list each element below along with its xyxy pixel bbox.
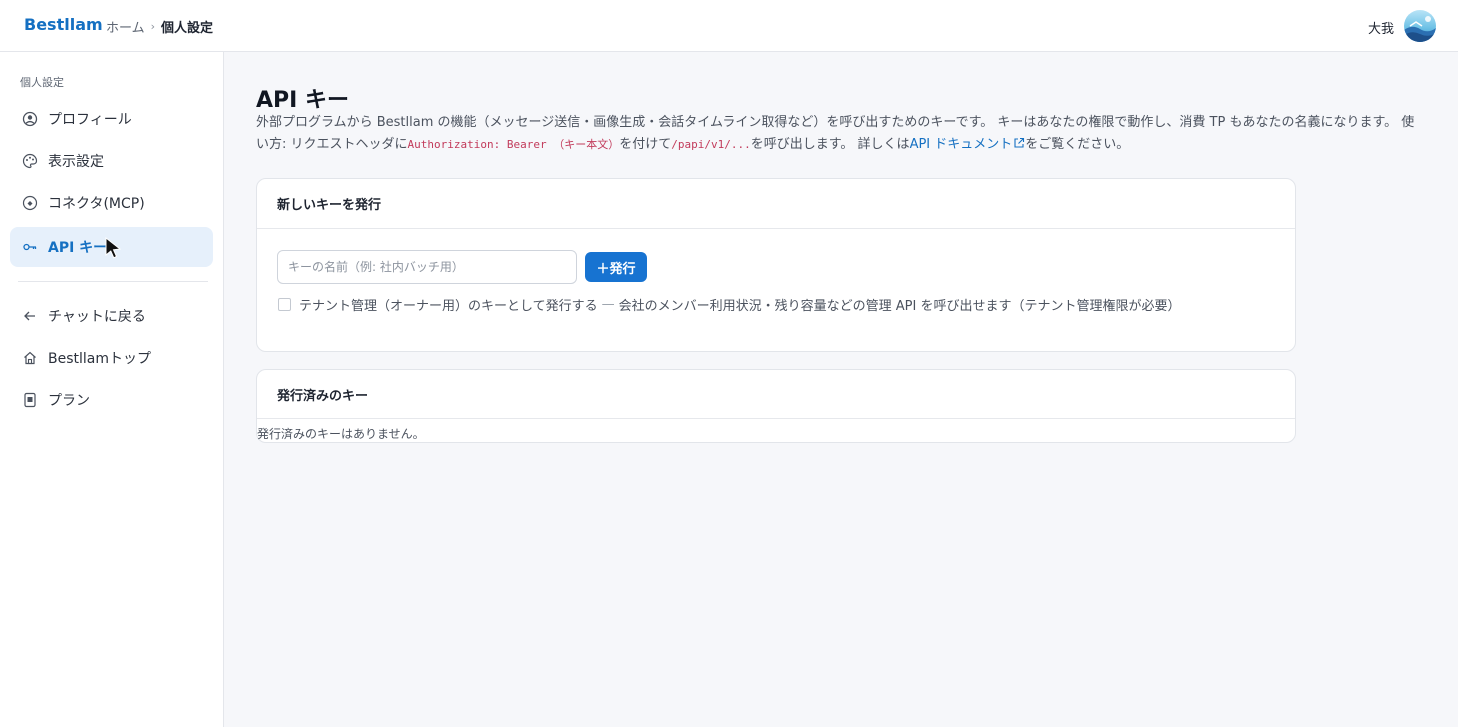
issued-keys-card: 発行済みのキー 発行済みのキーはありません。 (256, 369, 1296, 443)
api-doc-link[interactable]: API ドキュメント (910, 137, 1026, 152)
sidebar-item-display[interactable]: 表示設定 (10, 141, 213, 181)
breadcrumb-current: 個人設定 (161, 21, 214, 36)
sidebar-item-profile[interactable]: プロフィール (10, 99, 213, 139)
user-name[interactable]: 大我 (1368, 18, 1394, 37)
brand-logo[interactable]: Bestllam (24, 15, 103, 34)
issued-keys-title: 発行済みのキー (257, 370, 1295, 419)
breadcrumb-home[interactable]: ホーム (106, 17, 145, 36)
arrow-left-icon (22, 308, 38, 324)
home-icon (22, 350, 38, 366)
mouse-cursor-icon (105, 236, 122, 259)
api-path-code: /papi/v1/... (671, 138, 751, 151)
avatar-image-icon (1404, 16, 1436, 42)
external-link-icon (1014, 137, 1025, 148)
sidebar: 個人設定 プロフィール 表示設定 コネクタ(MCP) API キー チャットに戻… (0, 52, 224, 727)
sidebar-divider (18, 281, 208, 282)
page-title: API キー (256, 88, 349, 113)
tenant-admin-option[interactable]: テナント管理（オーナー用）のキーとして発行する — 会社のメンバー利用状況・残り… (278, 295, 1180, 314)
description-text: を付けて (619, 137, 672, 152)
api-doc-link-label: API ドキュメント (909, 137, 1013, 152)
tenant-admin-label: テナント管理（オーナー用）のキーとして発行する (299, 299, 598, 314)
key-name-input[interactable] (277, 250, 577, 284)
sidebar-item-label: API キー (48, 240, 108, 256)
sidebar-item-label: プロフィール (48, 112, 132, 128)
issued-keys-empty-message: 発行済みのキーはありません。 (257, 427, 425, 441)
user-circle-icon (22, 111, 38, 127)
new-key-card-title: 新しいキーを発行 (257, 179, 1295, 229)
avatar[interactable] (1404, 10, 1436, 42)
sidebar-item-label: 表示設定 (48, 154, 104, 170)
new-key-card: 新しいキーを発行 ＋発行 テナント管理（オーナー用）のキーとして発行する — 会… (256, 178, 1296, 352)
sidebar-heading: 個人設定 (20, 76, 64, 89)
description-text: をご覧ください。 (1025, 137, 1130, 152)
sidebar-item-back-to-chat[interactable]: チャットに戻る (10, 296, 213, 336)
sidebar-item-connector[interactable]: コネクタ(MCP) (10, 183, 213, 223)
sidebar-item-label: チャットに戻る (48, 309, 146, 325)
breadcrumb-separator: › (150, 20, 156, 33)
tenant-admin-note: 会社のメンバー利用状況・残り容量などの管理 API を呼び出せます（テナント管理… (618, 299, 1181, 314)
sidebar-item-label: コネクタ(MCP) (48, 196, 145, 212)
sidebar-item-plan[interactable]: プラン (10, 380, 213, 420)
palette-icon (22, 153, 38, 169)
tenant-dash: — (601, 297, 615, 312)
page-description: 外部プログラムから Bestllam の機能（メッセージ送信・画像生成・会話タイ… (256, 112, 1426, 156)
top-bar: Bestllam ホーム › 個人設定 大我 (0, 0, 1458, 52)
auth-header-code: Authorization: Bearer （キー本文） (407, 138, 620, 151)
tenant-admin-checkbox[interactable] (278, 298, 291, 311)
description-text: を呼び出します。 詳しくは (750, 137, 910, 152)
plan-card-icon (22, 392, 38, 408)
key-icon (22, 239, 38, 255)
main-content: API キー 外部プログラムから Bestllam の機能（メッセージ送信・画像… (224, 52, 1458, 727)
sidebar-item-bestllam-top[interactable]: Bestllamトップ (10, 338, 213, 378)
sidebar-item-label: プラン (48, 393, 90, 409)
issue-key-button[interactable]: ＋発行 (585, 252, 647, 282)
breadcrumb: ホーム › 個人設定 (106, 17, 213, 36)
sidebar-item-label: Bestllamトップ (48, 351, 151, 367)
plug-icon (22, 195, 38, 211)
